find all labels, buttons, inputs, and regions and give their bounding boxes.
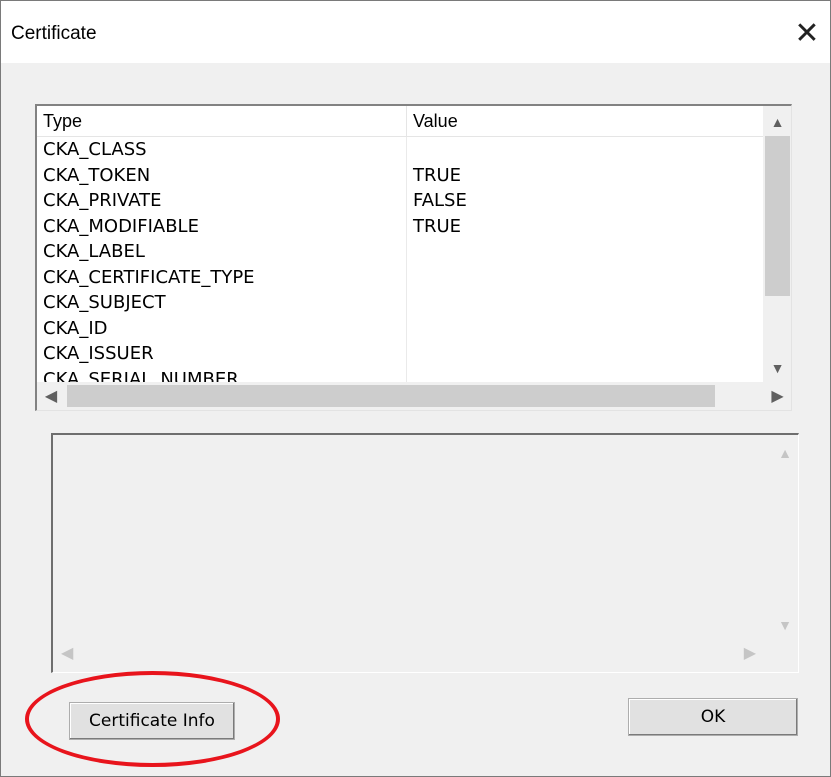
- list-item-value: FALSE: [413, 190, 467, 211]
- list-item-type: CKA_CLASS: [37, 137, 407, 163]
- list-vertical-scroll-thumb[interactable]: [765, 136, 790, 296]
- certificate-info-button[interactable]: Certificate Info: [69, 702, 235, 740]
- list-horizontal-scroll-thumb[interactable]: [67, 385, 715, 407]
- ok-button[interactable]: OK: [628, 698, 798, 736]
- chevron-left-icon[interactable]: ◀: [37, 382, 65, 410]
- list-horizontal-scrollbar[interactable]: ◀: [37, 382, 763, 410]
- list-item[interactable]: CKA_LABEL: [37, 239, 763, 265]
- list-item-value: TRUE: [413, 164, 462, 186]
- details-text-area[interactable]: ▲ ▼ ◀ ▶: [51, 433, 799, 673]
- list-item-type: CKA_ID: [37, 315, 407, 341]
- chevron-up-icon[interactable]: ▲: [778, 445, 792, 461]
- list-item[interactable]: CKA_CERTIFICATE_TYPE: [37, 264, 763, 291]
- chevron-up-icon[interactable]: ▲: [763, 108, 791, 136]
- list-item-value: [407, 265, 763, 291]
- dialog-title: Certificate: [11, 23, 97, 44]
- list-header: Type Value: [37, 106, 763, 137]
- column-header-value[interactable]: Value: [407, 106, 763, 136]
- attribute-list[interactable]: Type Value CKA_CLASS CKA_TOKEN TRUE CKA_PRI…: [35, 104, 792, 411]
- chevron-down-icon[interactable]: ▼: [778, 617, 792, 633]
- list-item-type: CKA_PRIVATE: [37, 188, 407, 214]
- list-item-value: [407, 137, 763, 163]
- title-bar: Certificate ✕: [1, 1, 830, 63]
- list-item-value: [407, 239, 763, 265]
- scrollbar-corner: ▶: [763, 382, 791, 410]
- list-item-value: TRUE: [413, 215, 462, 237]
- chevron-right-icon[interactable]: ▶: [763, 382, 791, 410]
- list-item[interactable]: CKA_SUBJECT: [37, 290, 763, 316]
- list-vertical-scrollbar[interactable]: ▲ ▼: [763, 106, 791, 382]
- list-item-value: [407, 290, 763, 316]
- chevron-left-icon[interactable]: ◀: [61, 643, 73, 663]
- list-item[interactable]: CKA_PRIVATE FALSE: [37, 188, 763, 214]
- close-icon[interactable]: ✕: [784, 11, 830, 55]
- chevron-down-icon[interactable]: ▼: [763, 354, 791, 382]
- chevron-right-icon[interactable]: ▶: [744, 643, 756, 663]
- list-item[interactable]: CKA_TOKEN TRUE: [37, 162, 763, 188]
- list-item-type: CKA_CERTIFICATE_TYPE: [37, 264, 407, 290]
- list-item-type: CKA_SUBJECT: [37, 290, 407, 316]
- list-item-type: CKA_TOKEN: [37, 162, 407, 188]
- list-item-type: CKA_MODIFIABLE: [37, 213, 407, 239]
- column-header-type[interactable]: Type: [37, 106, 407, 136]
- list-item-value: [407, 341, 763, 367]
- list-item-type: CKA_LABEL: [37, 239, 407, 265]
- certificate-dialog: Certificate ✕ Type Value CKA_CLASS CKA_TO…: [0, 0, 831, 777]
- list-item-value: [407, 316, 763, 342]
- list-rows: CKA_CLASS CKA_TOKEN TRUE CKA_PRIVATE FALSE CK…: [37, 137, 763, 384]
- list-item[interactable]: CKA_ISSUER: [37, 341, 763, 367]
- list-item-type: CKA_ISSUER: [37, 341, 407, 367]
- list-item[interactable]: CKA_CLASS: [37, 137, 763, 163]
- list-item[interactable]: CKA_MODIFIABLE TRUE: [37, 213, 763, 239]
- list-item[interactable]: CKA_ID: [37, 315, 763, 342]
